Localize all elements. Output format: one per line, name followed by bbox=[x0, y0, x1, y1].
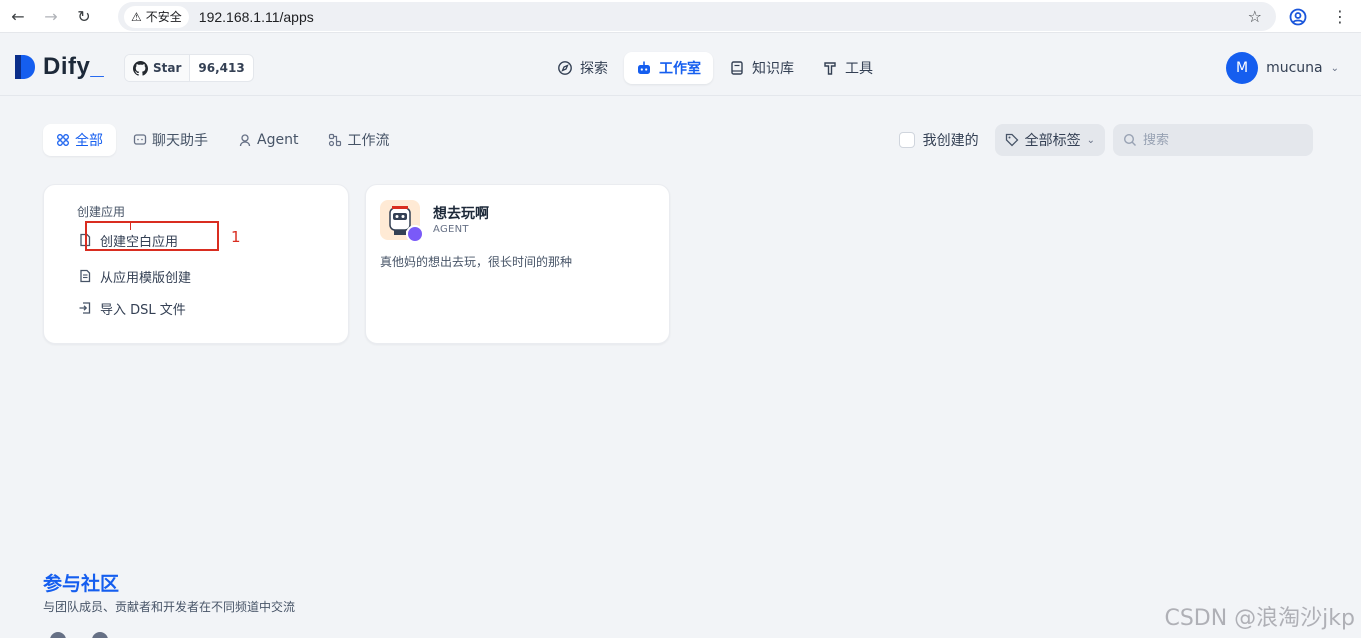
created-by-me-label: 我创建的 bbox=[922, 133, 979, 149]
url-text[interactable]: 192.168.1.11/apps bbox=[199, 9, 314, 25]
agent-badge-icon bbox=[406, 225, 424, 243]
tab-chat-assistant[interactable]: 聊天助手 bbox=[120, 124, 221, 156]
nav-tools-label: 工具 bbox=[845, 61, 873, 77]
chevron-down-icon: ⌄ bbox=[1330, 62, 1339, 74]
compass-icon bbox=[557, 60, 573, 76]
main-nav: 探索 工作室 知识库 工具 bbox=[545, 52, 885, 84]
community-title: 参与社区 bbox=[43, 573, 120, 595]
user-name: mucuna bbox=[1266, 60, 1323, 76]
tag-filter-dropdown[interactable]: 全部标签 ⌄ bbox=[994, 124, 1105, 156]
nav-knowledge-label: 知识库 bbox=[752, 61, 794, 77]
create-app-card: 创建应用 创建空白应用 从应用模版创建 导入 DSL 文件 bbox=[43, 184, 349, 344]
annotation-tick bbox=[130, 222, 131, 230]
tab-all[interactable]: 全部 bbox=[43, 124, 116, 156]
github-star-count: 96,413 bbox=[198, 61, 245, 75]
create-app-title: 创建应用 bbox=[77, 205, 126, 219]
bookmark-star-icon[interactable]: ☆ bbox=[1248, 7, 1262, 26]
annotation-highlight-box bbox=[85, 221, 219, 251]
user-menu[interactable]: M mucuna ⌄ bbox=[1226, 52, 1339, 84]
grid-icon bbox=[56, 133, 70, 147]
app-type-tabs: 全部 聊天助手 Agent 工作流 bbox=[43, 124, 402, 156]
avatar: M bbox=[1226, 52, 1259, 84]
search-icon bbox=[1123, 133, 1137, 147]
browser-menu-icon[interactable]: ⋮ bbox=[1325, 2, 1355, 32]
tab-workflow-label: 工作流 bbox=[347, 133, 390, 149]
template-file-icon bbox=[78, 269, 92, 283]
created-by-me-checkbox[interactable] bbox=[898, 132, 915, 148]
dify-logo-mark-icon bbox=[13, 53, 37, 81]
security-label: 不安全 bbox=[145, 10, 182, 24]
github-star-label: Star bbox=[153, 61, 182, 75]
github-icon[interactable] bbox=[50, 632, 66, 638]
book-icon bbox=[729, 60, 745, 76]
dify-logo[interactable]: Dify_ bbox=[13, 53, 104, 81]
robot-icon bbox=[636, 60, 652, 76]
nav-explore-label: 探索 bbox=[580, 61, 608, 77]
app-type: AGENT bbox=[433, 224, 469, 235]
tag-filter-label: 全部标签 bbox=[1024, 133, 1081, 149]
hammer-icon bbox=[822, 60, 838, 76]
chevron-down-icon: ⌄ bbox=[1086, 134, 1095, 146]
reload-icon[interactable]: ↻ bbox=[69, 1, 99, 31]
browser-toolbar: ← → ↻ ⚠ 不安全 192.168.1.11/apps ☆ ⋮ bbox=[0, 0, 1361, 33]
tab-all-label: 全部 bbox=[75, 133, 103, 149]
warning-icon: ⚠ bbox=[131, 9, 142, 24]
chat-icon bbox=[133, 133, 147, 147]
github-icon bbox=[133, 60, 148, 76]
tab-chat-assistant-label: 聊天助手 bbox=[152, 133, 208, 149]
import-icon bbox=[78, 301, 92, 315]
nav-studio-label: 工作室 bbox=[659, 61, 701, 77]
nav-tools[interactable]: 工具 bbox=[810, 52, 885, 84]
nav-knowledge[interactable]: 知识库 bbox=[717, 52, 806, 84]
tab-agent[interactable]: Agent bbox=[225, 124, 311, 156]
security-chip[interactable]: ⚠ 不安全 bbox=[124, 5, 189, 28]
address-bar[interactable]: ⚠ 不安全 192.168.1.11/apps ☆ bbox=[118, 2, 1276, 31]
search-input[interactable] bbox=[1143, 132, 1303, 148]
watermark: CSDN @浪淘沙jkp bbox=[1164, 606, 1355, 631]
nav-explore[interactable]: 探索 bbox=[545, 52, 620, 84]
logo-text: Dify bbox=[43, 53, 91, 80]
tab-workflow[interactable]: 工作流 bbox=[315, 124, 402, 156]
social-links bbox=[50, 632, 108, 638]
app-description: 真他妈的想出去玩，很长时间的那种 bbox=[380, 255, 573, 269]
tag-icon bbox=[1005, 133, 1019, 147]
back-icon[interactable]: ← bbox=[3, 1, 33, 31]
created-by-me-toggle[interactable]: 我创建的 bbox=[891, 130, 987, 150]
app-name: 想去玩啊 bbox=[433, 206, 489, 222]
annotation-number: 1 bbox=[231, 228, 241, 246]
forward-icon[interactable]: → bbox=[36, 1, 66, 31]
agent-icon bbox=[238, 133, 252, 147]
workflow-icon bbox=[328, 133, 342, 147]
create-from-template-label: 从应用模版创建 bbox=[100, 270, 192, 286]
community-subtitle: 与团队成员、贡献者和开发者在不同频道中交流 bbox=[43, 600, 296, 614]
create-from-template-button[interactable]: 从应用模版创建 bbox=[78, 265, 191, 287]
discord-icon[interactable] bbox=[92, 632, 108, 638]
github-star-widget[interactable]: Star 96,413 bbox=[124, 54, 254, 82]
profile-icon[interactable] bbox=[1283, 2, 1313, 32]
import-dsl-button[interactable]: 导入 DSL 文件 bbox=[78, 297, 186, 319]
filters: 我创建的 全部标签 ⌄ bbox=[891, 124, 1313, 156]
tab-agent-label: Agent bbox=[257, 132, 299, 148]
app-header: Dify_ Star 96,413 探索 工作室 知识库 工具 M mucuna… bbox=[0, 40, 1361, 96]
search-box[interactable] bbox=[1113, 124, 1313, 156]
logo-underscore: _ bbox=[90, 53, 105, 80]
import-dsl-label: 导入 DSL 文件 bbox=[100, 302, 186, 318]
app-card[interactable]: 想去玩啊 AGENT 真他妈的想出去玩，很长时间的那种 bbox=[365, 184, 670, 344]
nav-studio[interactable]: 工作室 bbox=[624, 52, 713, 84]
